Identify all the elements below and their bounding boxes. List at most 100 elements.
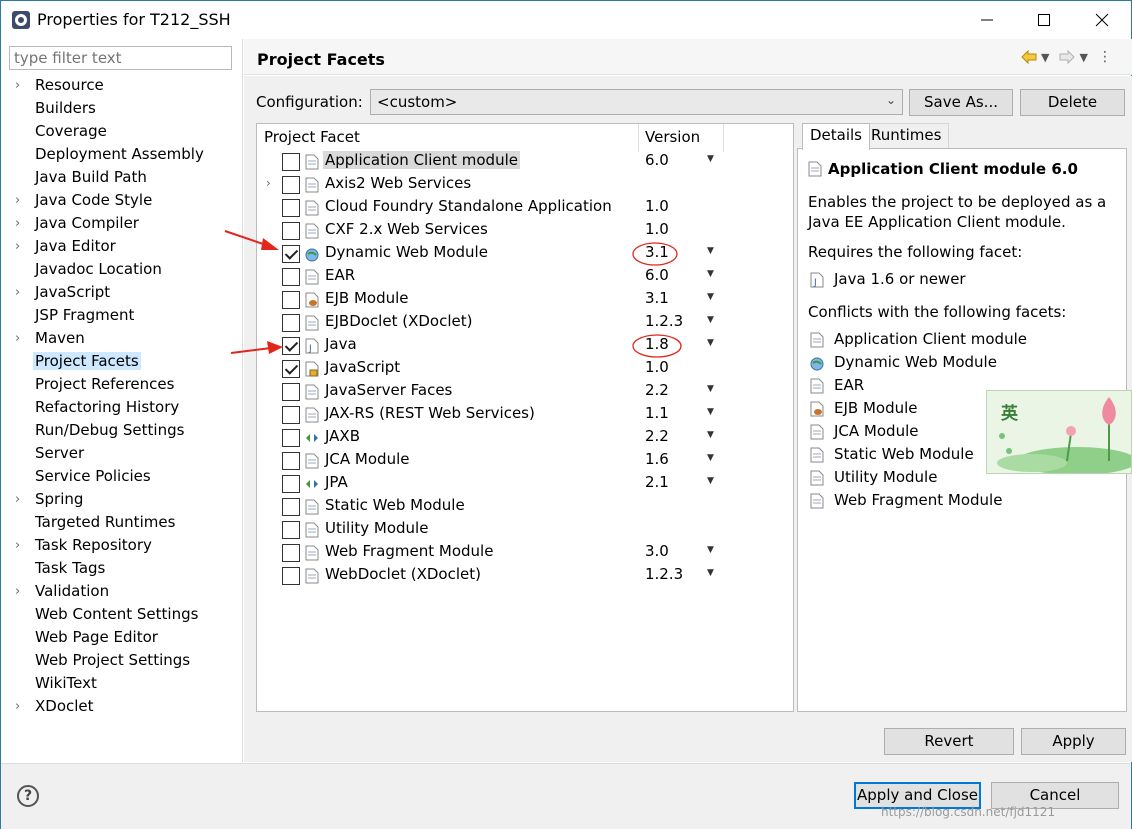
version-dropdown-icon[interactable]: ▼ <box>707 545 714 555</box>
facet-version[interactable]: 2.2 <box>645 381 669 399</box>
facet-version[interactable]: 3.0 <box>645 542 669 560</box>
tree-item[interactable]: JSP Fragment <box>1 305 243 328</box>
close-button[interactable] <box>1073 1 1131 39</box>
facet-checkbox[interactable] <box>282 268 300 286</box>
revert-button[interactable]: Revert <box>884 728 1014 755</box>
tree-item[interactable]: › Java Editor <box>1 236 243 259</box>
version-dropdown-icon[interactable]: ▼ <box>707 568 714 578</box>
tree-item[interactable]: › Validation <box>1 581 243 604</box>
tree-item[interactable]: Task Tags <box>1 558 243 581</box>
version-dropdown-icon[interactable]: ▼ <box>707 269 714 279</box>
version-dropdown-icon[interactable]: ▼ <box>707 338 714 348</box>
tree-item[interactable]: Javadoc Location <box>1 259 243 282</box>
facet-checkbox[interactable] <box>282 544 300 562</box>
chevron-right-icon[interactable]: › <box>15 331 20 346</box>
version-dropdown-icon[interactable]: ▼ <box>707 154 714 164</box>
maximize-button[interactable] <box>1015 1 1073 39</box>
facet-checkbox[interactable] <box>282 521 300 539</box>
chevron-right-icon[interactable]: › <box>15 239 20 254</box>
facet-row[interactable]: Dynamic Web Module 3.1 ▼ <box>257 242 793 265</box>
tree-item[interactable]: › XDoclet <box>1 696 243 719</box>
version-dropdown-icon[interactable]: ▼ <box>707 384 714 394</box>
facet-version[interactable]: 1.6 <box>645 450 669 468</box>
facet-checkbox[interactable] <box>282 452 300 470</box>
column-header-version[interactable]: Version <box>645 128 700 146</box>
chevron-right-icon[interactable]: › <box>15 584 20 599</box>
version-dropdown-icon[interactable]: ▼ <box>707 453 714 463</box>
facet-version[interactable]: 1.1 <box>645 404 669 422</box>
tree-item[interactable]: Web Project Settings <box>1 650 243 673</box>
back-menu-chevron-icon[interactable]: ▼ <box>1041 51 1049 64</box>
help-icon[interactable]: ? <box>17 785 39 807</box>
facet-row[interactable]: Web Fragment Module 3.0 ▼ <box>257 541 793 564</box>
tree-item[interactable]: › Task Repository <box>1 535 243 558</box>
tree-item[interactable]: Server <box>1 443 243 466</box>
facet-checkbox[interactable] <box>282 429 300 447</box>
facet-row[interactable]: CXF 2.x Web Services 1.0 <box>257 219 793 242</box>
facet-row[interactable]: Cloud Foundry Standalone Application 1.0 <box>257 196 793 219</box>
facet-checkbox[interactable] <box>282 360 300 378</box>
facet-row[interactable]: EJBDoclet (XDoclet) 1.2.3 ▼ <box>257 311 793 334</box>
facet-version[interactable]: 2.2 <box>645 427 669 445</box>
facet-version[interactable]: 1.2.3 <box>645 565 683 583</box>
facet-checkbox[interactable] <box>282 314 300 332</box>
tree-item[interactable]: Coverage <box>1 121 243 144</box>
minimize-button[interactable] <box>958 1 1016 39</box>
facet-row[interactable]: JAX-RS (REST Web Services) 1.1 ▼ <box>257 403 793 426</box>
facet-version[interactable]: 6.0 <box>645 266 669 284</box>
forward-menu-chevron-icon[interactable]: ▼ <box>1079 51 1087 64</box>
facet-checkbox[interactable] <box>282 406 300 424</box>
facet-row[interactable]: JCA Module 1.6 ▼ <box>257 449 793 472</box>
filter-input[interactable] <box>9 46 232 70</box>
facet-checkbox[interactable] <box>282 222 300 240</box>
version-dropdown-icon[interactable]: ▼ <box>707 476 714 486</box>
facet-version[interactable]: 1.2.3 <box>645 312 683 330</box>
tree-item[interactable]: › Java Compiler <box>1 213 243 236</box>
chevron-right-icon[interactable]: › <box>15 492 20 507</box>
chevron-right-icon[interactable]: › <box>15 193 20 208</box>
facet-checkbox[interactable] <box>282 567 300 585</box>
back-arrow-icon[interactable] <box>1021 50 1037 64</box>
tree-item[interactable]: › Spring <box>1 489 243 512</box>
facet-checkbox[interactable] <box>282 153 300 171</box>
tree-item[interactable]: › Java Code Style <box>1 190 243 213</box>
facet-row[interactable]: WebDoclet (XDoclet) 1.2.3 ▼ <box>257 564 793 587</box>
tree-item[interactable]: WikiText <box>1 673 243 696</box>
facet-row[interactable]: Utility Module <box>257 518 793 541</box>
save-as-button[interactable]: Save As... <box>909 89 1013 116</box>
facet-row[interactable]: Application Client module 6.0 ▼ <box>257 150 793 173</box>
facet-checkbox[interactable] <box>282 245 300 263</box>
facet-row[interactable]: JavaScript 1.0 <box>257 357 793 380</box>
facet-row[interactable]: › Axis2 Web Services <box>257 173 793 196</box>
facet-checkbox[interactable] <box>282 337 300 355</box>
tab-details[interactable]: Details <box>802 123 871 150</box>
version-dropdown-icon[interactable]: ▼ <box>707 430 714 440</box>
facet-row[interactable]: EAR 6.0 ▼ <box>257 265 793 288</box>
tab-runtimes[interactable]: Runtimes <box>863 123 950 149</box>
tree-item[interactable]: Web Content Settings <box>1 604 243 627</box>
column-header-facet[interactable]: Project Facet <box>264 128 360 146</box>
chevron-right-icon[interactable]: › <box>15 285 20 300</box>
version-dropdown-icon[interactable]: ▼ <box>707 407 714 417</box>
tree-item[interactable]: Refactoring History <box>1 397 243 420</box>
facet-checkbox[interactable] <box>282 199 300 217</box>
tree-item[interactable]: › Resource <box>1 75 243 98</box>
chevron-right-icon[interactable]: › <box>15 78 20 93</box>
version-dropdown-icon[interactable]: ▼ <box>707 246 714 256</box>
view-menu-icon[interactable]: ⋮ <box>1098 49 1112 65</box>
version-dropdown-icon[interactable]: ▼ <box>707 315 714 325</box>
tree-item[interactable]: Project Facets <box>1 351 243 374</box>
tree-item[interactable]: Java Build Path <box>1 167 243 190</box>
facet-row[interactable]: JPA 2.1 ▼ <box>257 472 793 495</box>
facet-checkbox[interactable] <box>282 176 300 194</box>
facet-row[interactable]: J Java 1.8 ▼ <box>257 334 793 357</box>
tree-item[interactable]: Project References <box>1 374 243 397</box>
chevron-right-icon[interactable]: › <box>15 699 20 714</box>
chevron-right-icon[interactable]: › <box>266 176 271 190</box>
facet-checkbox[interactable] <box>282 291 300 309</box>
facet-version[interactable]: 1.8 <box>645 335 669 353</box>
tree-item[interactable]: › Maven <box>1 328 243 351</box>
tree-item[interactable]: Run/Debug Settings <box>1 420 243 443</box>
facet-checkbox[interactable] <box>282 475 300 493</box>
chevron-right-icon[interactable]: › <box>15 538 20 553</box>
